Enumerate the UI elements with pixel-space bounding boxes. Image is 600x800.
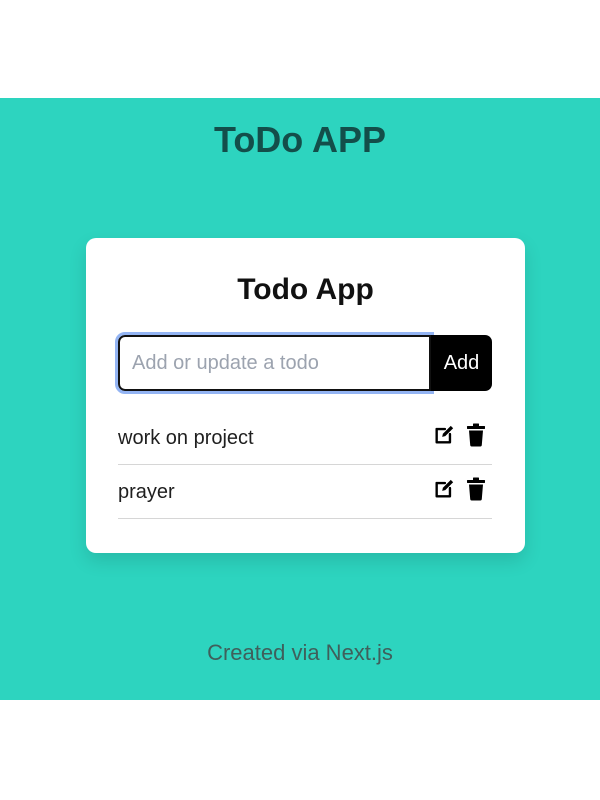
todo-list: work on project prayer <box>118 411 492 519</box>
trash-icon <box>467 423 485 447</box>
edit-button[interactable] <box>432 477 456 501</box>
edit-icon <box>435 425 454 444</box>
todo-item: prayer <box>118 465 492 519</box>
delete-button[interactable] <box>464 423 488 447</box>
todo-actions <box>432 477 488 501</box>
delete-button[interactable] <box>464 477 488 501</box>
card-title: Todo App <box>237 273 374 306</box>
todo-item: work on project <box>118 411 492 465</box>
todo-text: work on project <box>118 427 254 449</box>
edit-icon <box>435 479 454 498</box>
edit-button[interactable] <box>432 423 456 447</box>
add-button[interactable]: Add <box>431 335 492 391</box>
todo-form: Add <box>115 332 492 394</box>
page-title: ToDo APP <box>214 119 386 160</box>
todo-actions <box>432 423 488 447</box>
todo-card: Todo App Add work on project <box>86 238 525 553</box>
trash-icon <box>467 477 485 501</box>
todo-input[interactable] <box>115 332 434 394</box>
footer-credit: Created via Next.js <box>207 640 393 665</box>
todo-text: prayer <box>118 481 175 503</box>
